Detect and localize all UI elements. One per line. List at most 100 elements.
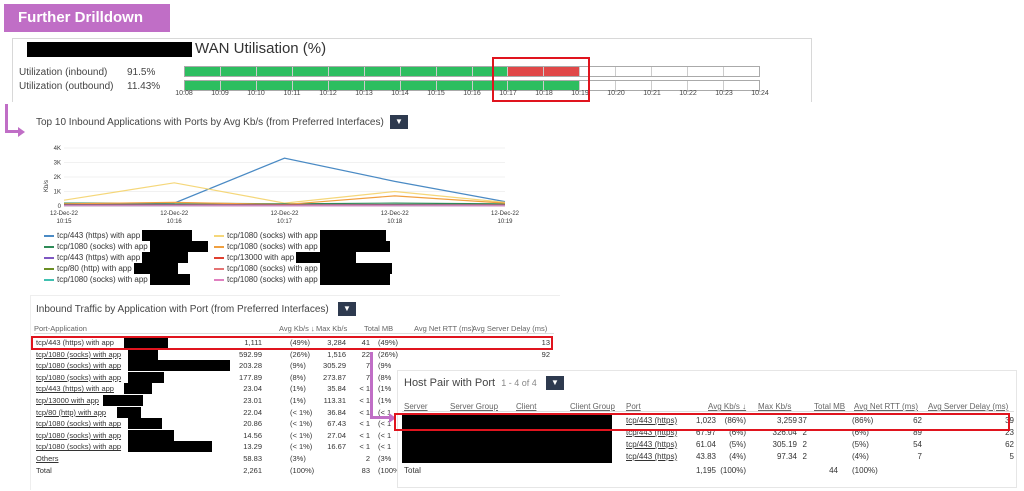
table-row[interactable]: tcp/443 (https) 43.83 (4%) 97.34 2 (4%) 7 5 — [402, 451, 1014, 463]
redacted-block — [128, 418, 162, 430]
legend-item[interactable]: tcp/1080 (socks) with app — [214, 230, 386, 241]
column-header[interactable]: Avg Server Delay (ms) — [472, 323, 547, 334]
column-header[interactable]: Server Group — [450, 401, 498, 412]
port-application-cell[interactable]: tcp/1080 (socks) with app — [36, 430, 121, 441]
table-header: Port-Application Avg Kb/s ↓ Max Kb/s Total … — [34, 323, 554, 334]
x-tick-label-time: 10:17 — [277, 219, 293, 225]
table-row[interactable]: tcp/443 (https) 61.04 (5%) 305.19 2 (5%) 54 62 — [402, 439, 1014, 451]
timeline-tick: 10:21 — [643, 90, 661, 97]
inbound-dropdown-button[interactable]: ▼ — [338, 302, 356, 316]
column-header[interactable]: Max Kb/s — [316, 323, 347, 334]
column-header[interactable]: Avg Net RTT (ms) — [414, 323, 474, 334]
legend-item[interactable]: tcp/13000 with app — [214, 252, 357, 263]
x-tick-label-time: 10:15 — [56, 219, 72, 225]
legend-label: tcp/1080 (socks) with app — [227, 242, 318, 251]
legend-item[interactable]: tcp/1080 (socks) with app — [214, 241, 390, 252]
x-tick-label: 12-Dec-22 — [160, 211, 189, 217]
port-application-cell[interactable]: tcp/80 (http) with app — [36, 407, 106, 418]
table-cell: 1,516 — [327, 349, 346, 359]
top10-line-chart: Kb/s 4K3K2K1K012-Dec-2210:1512-Dec-2210:… — [44, 146, 520, 225]
legend-swatch — [44, 245, 54, 248]
y-tick-label: 2K — [54, 175, 61, 181]
legend-item[interactable]: tcp/1080 (socks) with app — [44, 274, 190, 285]
inbound-timeline[interactable] — [184, 66, 760, 77]
inbound-label: Utilization (inbound) — [19, 67, 108, 78]
column-header[interactable]: Avg Kb/s ↓ — [708, 401, 746, 412]
y-axis-label: Kb/s — [44, 180, 50, 192]
port-application-cell[interactable]: tcp/1080 (socks) with app — [36, 349, 121, 360]
wan-title: WAN Utilisation (%) — [195, 40, 327, 57]
table-cell: (4%) — [852, 452, 869, 461]
port-application-cell[interactable]: tcp/1080 (socks) with app — [36, 418, 121, 429]
column-header[interactable]: Total MB — [814, 401, 845, 412]
drilldown-arrowhead — [18, 127, 25, 137]
redacted-block — [128, 348, 158, 360]
host-pair-dropdown-button[interactable]: ▼ — [546, 376, 564, 390]
total-row: Total 1,195 (100%) 44 (100%) — [402, 465, 1014, 476]
port-application-cell[interactable]: Total — [36, 465, 52, 476]
legend-item[interactable]: tcp/443 (https) with app — [44, 230, 193, 241]
legend-label: tcp/1080 (socks) with app — [57, 275, 148, 284]
port-link[interactable]: tcp/443 (https) — [626, 451, 677, 462]
table-cell: (< 1 — [378, 442, 392, 452]
port-application-cell[interactable]: Others — [36, 453, 59, 464]
column-header[interactable]: Avg Net RTT (ms) — [854, 401, 918, 412]
legend-item[interactable]: tcp/1080 (socks) with app — [214, 263, 392, 274]
legend-label: tcp/1080 (socks) with app — [227, 231, 318, 240]
column-header[interactable]: Port-Application — [34, 323, 87, 334]
table-cell: < 1 — [359, 419, 370, 429]
top10-dropdown-button[interactable]: ▼ — [390, 115, 408, 129]
legend-item[interactable]: tcp/1080 (socks) with app — [214, 274, 390, 285]
legend-label: tcp/1080 (socks) with app — [227, 275, 318, 284]
column-header[interactable]: Avg Kb/s ↓ — [279, 323, 315, 334]
connector-arrow-h — [370, 416, 390, 419]
legend-label: tcp/443 (https) with app — [57, 231, 141, 240]
timeline-tick: 10:15 — [427, 90, 445, 97]
x-tick-label: 12-Dec-22 — [270, 211, 299, 217]
redacted-block — [124, 383, 153, 395]
port-application-cell[interactable]: tcp/13000 with app — [36, 395, 99, 406]
y-tick-label: 3K — [54, 161, 61, 167]
port-application-cell[interactable]: tcp/443 (https) with app — [36, 383, 114, 394]
table-row[interactable]: tcp/1080 (socks) with app 592.99 (26%) 1,51… — [34, 348, 554, 360]
table-header: Server Server Group Client Client Group Port… — [402, 401, 1014, 412]
x-tick-label-time: 10:16 — [167, 219, 183, 225]
redacted-block — [319, 274, 390, 285]
legend-swatch — [44, 278, 54, 281]
column-header[interactable]: Server — [404, 401, 428, 412]
highlight-box-timeline — [492, 57, 590, 102]
redacted-block — [117, 406, 142, 418]
table-cell: 2 — [802, 440, 807, 449]
legend-item[interactable]: tcp/80 (http) with app — [44, 263, 178, 274]
redacted-block — [319, 230, 386, 241]
table-cell: 20.86 — [243, 419, 262, 429]
legend-swatch — [214, 234, 224, 237]
table-cell: < 1 — [359, 442, 370, 452]
table-cell: (4%) — [729, 452, 746, 461]
redacted-block — [142, 230, 193, 241]
legend-item[interactable]: tcp/443 (https) with app — [44, 252, 189, 263]
port-link[interactable]: tcp/443 (https) — [626, 439, 677, 450]
column-header[interactable]: Max Kb/s — [758, 401, 791, 412]
table-cell: (26%) — [290, 349, 311, 359]
table-cell: (< 1%) — [290, 442, 313, 452]
host-pair-count: 1 - 4 of 4 — [501, 378, 537, 388]
port-application-cell[interactable]: tcp/1080 (socks) with app — [36, 372, 121, 383]
connector-arrow — [370, 352, 373, 417]
port-application-cell[interactable]: tcp/1080 (socks) with app — [36, 360, 121, 371]
redacted-block — [102, 395, 143, 406]
redacted-block — [128, 371, 164, 383]
column-header[interactable]: Client Group — [570, 401, 615, 412]
column-header[interactable]: Client — [516, 401, 536, 412]
y-tick-label: 1K — [54, 190, 61, 196]
legend-item[interactable]: tcp/1080 (socks) with app — [44, 241, 208, 252]
port-application-cell[interactable]: tcp/1080 (socks) with app — [36, 441, 121, 452]
table-cell: 203.28 — [239, 361, 262, 371]
inbound-value: 91.5% — [127, 67, 156, 78]
table-cell: 16.67 — [327, 442, 346, 452]
legend-swatch — [214, 245, 224, 248]
table-cell: 58.83 — [243, 454, 262, 463]
column-header[interactable]: Avg Server Delay (ms) — [928, 401, 1008, 412]
column-header[interactable]: Port — [626, 401, 641, 412]
column-header[interactable]: Total MB — [364, 323, 393, 334]
